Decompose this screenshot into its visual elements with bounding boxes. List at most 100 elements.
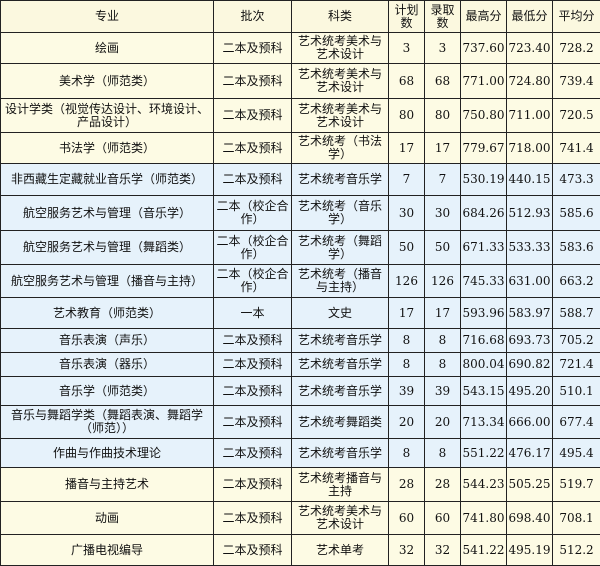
header-row: 专业 批次 科类 计划数 录取数 最高分 最低分 平均分 (1, 1, 600, 33)
major-cell: 艺术教育（师范类） (1, 298, 214, 329)
avg-score-cell: 728.2 (553, 33, 600, 64)
major-cell: 动画 (1, 502, 214, 535)
table-body: 绘画二本及预科艺术统考美术与艺术设计33737.60723.40728.2美术学… (1, 33, 600, 566)
table-row: 设计学类（视觉传达设计、环境设计、产品设计）二本及预科艺术统考美术与艺术设计80… (1, 99, 600, 133)
admitted-cell: 80 (425, 99, 461, 133)
major-cell: 绘画 (1, 33, 214, 64)
major-cell: 航空服务艺术与管理（播音与主持） (1, 265, 214, 298)
category-cell: 艺术统考（音乐学） (292, 196, 389, 231)
admitted-cell: 39 (425, 377, 461, 406)
category-cell: 艺术统考音乐学 (292, 164, 389, 196)
batch-cell: 二本及预科 (214, 133, 292, 164)
admitted-cell: 17 (425, 133, 461, 164)
table-row: 航空服务艺术与管理（舞蹈类）二本（校企合作）艺术统考（舞蹈学）5050671.3… (1, 231, 600, 265)
batch-cell: 二本及预科 (214, 64, 292, 99)
max-score-cell: 671.33 (461, 231, 507, 265)
batch-cell: 二本及预科 (214, 377, 292, 406)
category-cell: 艺术单考 (292, 535, 389, 566)
max-score-cell: 593.96 (461, 298, 507, 329)
admitted-cell: 17 (425, 298, 461, 329)
min-score-cell: 723.40 (507, 33, 553, 64)
admitted-cell: 3 (425, 33, 461, 64)
major-cell: 音乐表演（器乐） (1, 353, 214, 377)
planned-cell: 3 (389, 33, 425, 64)
admitted-cell: 30 (425, 196, 461, 231)
batch-cell: 二本及预科 (214, 353, 292, 377)
table-row: 作曲与作曲技术理论二本及预科艺术统考音乐学88551.22476.17495.4 (1, 439, 600, 468)
table-row: 音乐表演（声乐）二本及预科艺术统考音乐学88716.68693.73705.2 (1, 329, 600, 353)
max-score-cell: 530.19 (461, 164, 507, 196)
min-score-cell: 690.82 (507, 353, 553, 377)
avg-score-cell: 663.2 (553, 265, 600, 298)
planned-cell: 32 (389, 535, 425, 566)
header-batch: 批次 (214, 1, 292, 33)
planned-cell: 39 (389, 377, 425, 406)
category-cell: 艺术统考美术与艺术设计 (292, 64, 389, 99)
planned-cell: 8 (389, 353, 425, 377)
min-score-cell: 495.19 (507, 535, 553, 566)
header-category: 科类 (292, 1, 389, 33)
avg-score-cell: 473.3 (553, 164, 600, 196)
admitted-cell: 50 (425, 231, 461, 265)
min-score-cell: 505.25 (507, 468, 553, 502)
category-cell: 艺术统考美术与艺术设计 (292, 33, 389, 64)
min-score-cell: 512.93 (507, 196, 553, 231)
category-cell: 艺术统考音乐学 (292, 353, 389, 377)
batch-cell: 二本及预科 (214, 329, 292, 353)
category-cell: 艺术统考（书法学） (292, 133, 389, 164)
table-row: 音乐与舞蹈学类（舞蹈表演、舞蹈学（师范））二本及预科艺术统考舞蹈类2020713… (1, 406, 600, 439)
max-score-cell: 745.33 (461, 265, 507, 298)
batch-cell: 二本（校企合作） (214, 196, 292, 231)
min-score-cell: 440.15 (507, 164, 553, 196)
planned-cell: 126 (389, 265, 425, 298)
batch-cell: 二本及预科 (214, 468, 292, 502)
avg-score-cell: 705.2 (553, 329, 600, 353)
table-row: 音乐学（师范类）二本及预科艺术统考音乐学3939543.15495.20510.… (1, 377, 600, 406)
avg-score-cell: 512.2 (553, 535, 600, 566)
major-cell: 音乐学（师范类） (1, 377, 214, 406)
batch-cell: 二本及预科 (214, 33, 292, 64)
category-cell: 艺术统考音乐学 (292, 329, 389, 353)
major-cell: 书法学（师范类） (1, 133, 214, 164)
min-score-cell: 718.00 (507, 133, 553, 164)
major-cell: 美术学（师范类） (1, 64, 214, 99)
avg-score-cell: 708.1 (553, 502, 600, 535)
avg-score-cell: 720.5 (553, 99, 600, 133)
min-score-cell: 495.20 (507, 377, 553, 406)
planned-cell: 30 (389, 196, 425, 231)
major-cell: 播音与主持艺术 (1, 468, 214, 502)
major-cell: 音乐表演（声乐） (1, 329, 214, 353)
admitted-cell: 7 (425, 164, 461, 196)
planned-cell: 28 (389, 468, 425, 502)
max-score-cell: 713.34 (461, 406, 507, 439)
planned-cell: 68 (389, 64, 425, 99)
planned-cell: 50 (389, 231, 425, 265)
min-score-cell: 533.33 (507, 231, 553, 265)
major-cell: 非西藏生定藏就业音乐学（师范类） (1, 164, 214, 196)
table-row: 广播电视编导二本及预科艺术单考3232541.22495.19512.2 (1, 535, 600, 566)
max-score-cell: 800.04 (461, 353, 507, 377)
batch-cell: 二本及预科 (214, 535, 292, 566)
planned-cell: 60 (389, 502, 425, 535)
header-min-score: 最低分 (507, 1, 553, 33)
avg-score-cell: 585.6 (553, 196, 600, 231)
category-cell: 艺术统考（播音与主持） (292, 265, 389, 298)
admitted-cell: 8 (425, 439, 461, 468)
category-cell: 艺术统考播音与主持 (292, 468, 389, 502)
major-cell: 航空服务艺术与管理（音乐学） (1, 196, 214, 231)
major-cell: 航空服务艺术与管理（舞蹈类） (1, 231, 214, 265)
table-row: 音乐表演（器乐）二本及预科艺术统考音乐学88800.04690.82721.4 (1, 353, 600, 377)
avg-score-cell: 495.4 (553, 439, 600, 468)
max-score-cell: 543.15 (461, 377, 507, 406)
category-cell: 艺术统考音乐学 (292, 377, 389, 406)
major-cell: 作曲与作曲技术理论 (1, 439, 214, 468)
batch-cell: 二本（校企合作） (214, 231, 292, 265)
max-score-cell: 544.23 (461, 468, 507, 502)
category-cell: 艺术统考舞蹈类 (292, 406, 389, 439)
major-cell: 广播电视编导 (1, 535, 214, 566)
category-cell: 艺术统考（舞蹈学） (292, 231, 389, 265)
max-score-cell: 741.80 (461, 502, 507, 535)
min-score-cell: 476.17 (507, 439, 553, 468)
planned-cell: 8 (389, 439, 425, 468)
header-avg-score: 平均分 (553, 1, 600, 33)
